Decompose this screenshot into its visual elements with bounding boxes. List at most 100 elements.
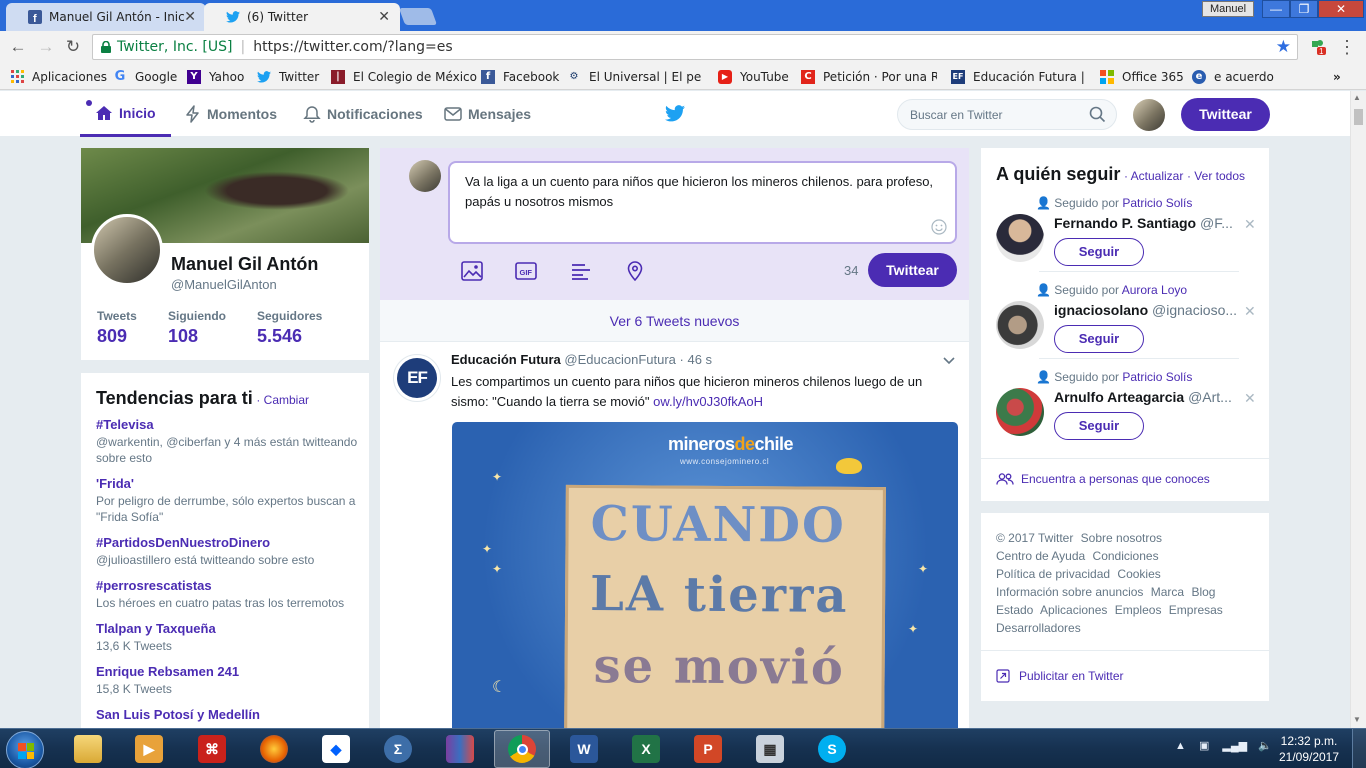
footer-link[interactable]: Cookies <box>1117 567 1160 581</box>
account-avatar[interactable] <box>1133 99 1165 131</box>
dropbox-icon[interactable]: ◆ <box>308 730 364 768</box>
emoji-icon[interactable] <box>931 219 947 235</box>
follow-button[interactable]: Seguir <box>1054 325 1144 353</box>
bookmark-universal[interactable]: ⚙ El Universal | El periódi <box>567 68 702 85</box>
footer-link[interactable]: Empresas <box>1169 603 1223 617</box>
scroll-up-icon[interactable]: ▲ <box>1353 93 1361 102</box>
chrome-icon[interactable] <box>494 730 550 768</box>
minimize-icon[interactable]: — <box>1262 0 1290 18</box>
page-scrollbar[interactable]: ▲ ▼ <box>1350 91 1366 728</box>
chrome-menu-icon[interactable]: ⋮ <box>1338 37 1356 57</box>
start-button[interactable] <box>6 731 44 768</box>
stat-following[interactable]: Siguiendo 108 <box>168 309 226 347</box>
media-player-icon[interactable]: ▶ <box>121 730 177 768</box>
dismiss-icon[interactable]: ✕ <box>1244 390 1256 407</box>
suggestion-name[interactable]: ignaciosolano @ignacioso... <box>1054 302 1246 318</box>
new-tweets-bar[interactable]: Ver 6 Tweets nuevos <box>380 300 969 342</box>
trend-item[interactable]: #perrosrescatistas Los héroes en cuatro … <box>96 578 358 611</box>
footer-link[interactable]: Condiciones <box>1093 549 1159 563</box>
maximize-icon[interactable]: ❐ <box>1290 0 1318 18</box>
suggestion-name[interactable]: Arnulfo Arteagarcia @Art... <box>1054 389 1246 405</box>
word-icon[interactable]: W <box>556 730 612 768</box>
add-photo-icon[interactable] <box>461 261 483 281</box>
powerpoint-icon[interactable]: P <box>680 730 736 768</box>
location-icon[interactable] <box>625 261 645 281</box>
bookmark-apps[interactable]: Aplicaciones <box>10 68 107 85</box>
show-desktop-button[interactable] <box>1352 729 1366 768</box>
suggestion-avatar[interactable] <box>996 214 1044 262</box>
scrollbar-thumb[interactable] <box>1354 109 1363 125</box>
winrar-icon[interactable] <box>432 730 488 768</box>
search-input[interactable]: Buscar en Twitter <box>897 99 1117 130</box>
extension-icon[interactable]: 1 <box>1308 37 1326 56</box>
post-tweet-button[interactable]: Twittear <box>868 253 957 287</box>
dismiss-icon[interactable]: ✕ <box>1244 216 1256 233</box>
forward-icon[interactable]: → <box>36 37 56 57</box>
bookmark-educacion-futura[interactable]: EF Educación Futura | Pe <box>951 68 1085 85</box>
secure-indicator[interactable]: Twitter, Inc. [US] <box>101 39 232 55</box>
footer-link[interactable]: Información sobre anuncios <box>996 585 1143 599</box>
wtf-refresh-link[interactable]: · Actualizar <box>1124 169 1183 183</box>
new-tab-button[interactable] <box>398 8 438 25</box>
tab-facebook[interactable]: f Manuel Gil Antón - Inicio ✕ <box>6 3 206 31</box>
bookmark-google[interactable]: G Google <box>113 68 178 85</box>
footer-link[interactable]: Estado <box>996 603 1033 617</box>
stat-tweets[interactable]: Tweets 809 <box>97 309 137 347</box>
tweet-card[interactable]: EF Educación Futura @EducacionFutura · 4… <box>380 342 969 728</box>
file-explorer-icon[interactable] <box>60 730 116 768</box>
tray-expand-icon[interactable]: ▲ <box>1175 740 1186 752</box>
profile-name[interactable]: Manuel Gil Antón <box>171 254 318 275</box>
advertise-link[interactable]: Publicitar en Twitter <box>996 669 1124 683</box>
back-icon[interactable]: ← <box>8 37 28 57</box>
footer-link[interactable]: Aplicaciones <box>1040 603 1107 617</box>
footer-link[interactable]: Marca <box>1151 585 1184 599</box>
follow-suggestion[interactable]: 👤 Seguido por Patricio Solís Fernando P.… <box>996 196 1256 282</box>
footer-link[interactable]: Centro de Ayuda <box>996 549 1085 563</box>
bookmark-office[interactable]: Office 365 <box>1100 68 1184 85</box>
profile-handle[interactable]: @ManuelGilAnton <box>171 277 277 292</box>
follow-button[interactable]: Seguir <box>1054 238 1144 266</box>
footer-link[interactable]: Empleos <box>1115 603 1162 617</box>
tweet-author-avatar[interactable]: EF <box>393 354 441 402</box>
trend-item[interactable]: #PartidosDenNuestroDinero @julioastiller… <box>96 535 358 568</box>
bookmarks-overflow-icon[interactable]: » <box>1333 68 1341 85</box>
network-icon[interactable]: ▂▄▆ <box>1222 740 1247 752</box>
search-icon[interactable] <box>1089 106 1106 123</box>
bookmark-twitter[interactable]: Twitter <box>257 68 319 85</box>
tray-device-icon[interactable]: ▣ <box>1199 740 1209 752</box>
twitter-logo-icon[interactable] <box>665 105 685 125</box>
bookmark-facebook[interactable]: f Facebook <box>481 68 559 85</box>
tweet-media-image[interactable]: minerosdechile www.consejominero.cl ✦ ✦ … <box>452 422 958 728</box>
dismiss-icon[interactable]: ✕ <box>1244 303 1256 320</box>
trend-item[interactable]: 'Frida' Por peligro de derrumbe, sólo ex… <box>96 476 358 525</box>
skype-icon[interactable]: S <box>804 730 860 768</box>
math-input-icon[interactable]: Σ <box>370 730 426 768</box>
trend-item[interactable]: Enrique Rebsamen 241 15,8 K Tweets <box>96 664 358 697</box>
trend-item[interactable]: San Luis Potosí y Medellín <box>96 707 358 722</box>
firefox-icon[interactable] <box>246 730 302 768</box>
bookmark-petition[interactable]: C Petición · Por una Ref <box>801 68 937 85</box>
tweet-link[interactable]: ow.ly/hv0J30fkAoH <box>653 394 763 409</box>
bookmark-youtube[interactable]: ▶ YouTube <box>718 68 789 85</box>
nav-messages[interactable]: Mensajes <box>444 91 531 137</box>
follow-button[interactable]: Seguir <box>1054 412 1144 440</box>
tweet-textarea[interactable]: Va la liga a un cuento para niños que hi… <box>448 161 957 244</box>
find-people-link[interactable]: Encuentra a personas que conoces <box>996 472 1210 486</box>
bookmark-acuerdo[interactable]: e e acuerdo <box>1192 68 1274 85</box>
window-user-badge[interactable]: Manuel <box>1202 1 1254 17</box>
footer-link[interactable]: © 2017 Twitter <box>996 531 1073 545</box>
footer-link[interactable]: Sobre nosotros <box>1081 531 1162 545</box>
suggestion-avatar[interactable] <box>996 301 1044 349</box>
gif-icon[interactable]: GIF <box>515 261 537 281</box>
acrobat-icon[interactable]: ⌘ <box>184 730 240 768</box>
bookmark-star-icon[interactable]: ★ <box>1276 37 1291 57</box>
taskbar-clock[interactable]: 12:32 p.m. 21/09/2017 <box>1276 733 1342 765</box>
volume-icon[interactable]: 🔈 <box>1258 740 1272 752</box>
tab-close-icon[interactable]: ✕ <box>378 9 390 25</box>
window-close-icon[interactable]: ✕ <box>1318 0 1364 18</box>
trend-item[interactable]: #Televisa @warkentin, @ciberfan y 4 más … <box>96 417 358 466</box>
trend-item[interactable]: Tlalpan y Taxqueña 13,6 K Tweets <box>96 621 358 654</box>
stat-followers[interactable]: Seguidores 5.546 <box>257 309 322 347</box>
profile-avatar[interactable] <box>91 214 163 286</box>
address-bar[interactable]: Twitter, Inc. [US] | https://twitter.com… <box>92 34 1298 60</box>
